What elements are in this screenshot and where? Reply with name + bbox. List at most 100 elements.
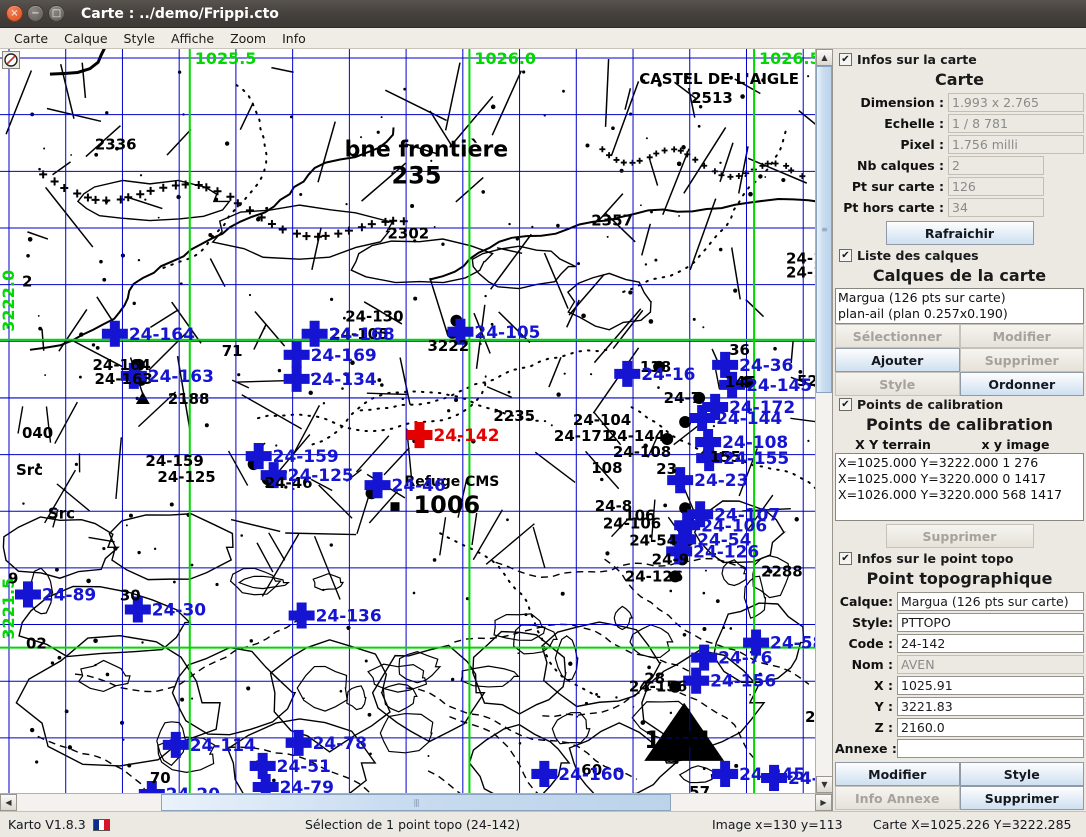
calibration-delete-row: Supprimer xyxy=(835,521,1084,550)
scroll-up-button[interactable]: ▲ xyxy=(816,49,833,66)
map-info-checkbox-label: Infos sur la carte xyxy=(857,52,977,67)
scroll-right-button[interactable]: ▶ xyxy=(815,794,832,811)
modify-point-button[interactable]: Modifier xyxy=(835,762,960,786)
menubar: Carte Calque Style Affiche Zoom Info xyxy=(0,28,1086,49)
value-annexe[interactable] xyxy=(897,739,1084,758)
svg-text:24-108: 24-108 xyxy=(613,443,671,461)
value-y[interactable]: 3221.83 xyxy=(897,697,1084,716)
svg-text:3222.0: 3222.0 xyxy=(0,270,18,332)
maximize-icon: □ xyxy=(52,9,61,19)
point-style-button[interactable]: Style xyxy=(960,762,1085,786)
calibration-row[interactable]: X=1026.000 Y=3220.000 568 1417 xyxy=(838,487,1081,503)
svg-text:2513: 2513 xyxy=(691,89,733,107)
value-z[interactable]: 2160.0 xyxy=(897,718,1084,737)
field-pixel: Pixel : 1.756 milli xyxy=(835,135,1084,154)
no-entry-icon[interactable] xyxy=(2,51,20,69)
info-annexe-button[interactable]: Info Annexe xyxy=(835,786,960,810)
value-echelle[interactable]: 1 / 8 781 xyxy=(948,114,1084,133)
hscroll-thumb[interactable]: ||| xyxy=(161,794,672,811)
calibration-checkbox-row[interactable]: ✔ Points de calibration xyxy=(835,396,1084,413)
value-calque[interactable]: Margua (126 pts sur carte) xyxy=(897,592,1084,611)
map-drawing: 1025.51026.01026.53222.03221.5CASTEL DE … xyxy=(0,49,815,793)
field-dimension: Dimension : 1.993 x 2.765 xyxy=(835,93,1084,112)
delete-point-button[interactable]: Supprimer xyxy=(960,786,1085,810)
layer-style-button[interactable]: Style xyxy=(835,372,960,396)
hscroll-track[interactable]: ||| xyxy=(17,794,815,811)
main-body: 1025.51026.01026.53222.03221.5CASTEL DE … xyxy=(0,49,1086,811)
value-style[interactable]: PTTOPO xyxy=(897,613,1084,632)
svg-text:24-160: 24-160 xyxy=(558,765,624,785)
delete-layer-button[interactable]: Supprimer xyxy=(960,348,1085,372)
vscroll-thumb[interactable]: ≡ xyxy=(816,66,832,393)
svg-text:24-136: 24-136 xyxy=(316,607,382,627)
value-pt-sur-carte[interactable]: 126 xyxy=(948,177,1044,196)
svg-text:24-145: 24-145 xyxy=(746,376,812,396)
menu-info[interactable]: Info xyxy=(274,30,314,47)
modify-layer-button[interactable]: Modifier xyxy=(960,324,1085,348)
scroll-left-button[interactable]: ◀ xyxy=(0,794,17,811)
refresh-button[interactable]: Rafraichir xyxy=(886,221,1034,245)
maximize-window-button[interactable]: □ xyxy=(48,5,65,22)
map-info-checkbox[interactable]: ✔ xyxy=(839,53,852,66)
select-layer-button[interactable]: Sélectionner xyxy=(835,324,960,348)
map-vertical-scrollbar[interactable]: ▲ ≡ ▼ xyxy=(815,49,832,793)
field-y: Y : 3221.83 xyxy=(835,697,1084,716)
svg-text:24-163: 24-163 xyxy=(148,367,214,387)
topo-point-checkbox[interactable]: ✔ xyxy=(839,552,852,565)
layers-checkbox-row[interactable]: ✔ Liste des calques xyxy=(835,247,1084,264)
field-code: Code : 24-142 xyxy=(835,634,1084,653)
calibration-listbox[interactable]: X=1025.000 Y=3222.000 1 276 X=1025.000 Y… xyxy=(835,453,1084,521)
value-nb-calques[interactable]: 2 xyxy=(948,156,1044,175)
svg-text:24-105: 24-105 xyxy=(474,323,540,343)
label-calque: Calque: xyxy=(835,594,897,609)
minimize-icon: − xyxy=(31,9,39,19)
field-x: X : 1025.91 xyxy=(835,676,1084,695)
order-layers-button[interactable]: Ordonner xyxy=(960,372,1085,396)
map-horizontal-scrollbar[interactable]: ◀ ||| ▶ xyxy=(0,793,832,811)
minimize-window-button[interactable]: − xyxy=(27,5,44,22)
value-pt-hors-carte[interactable]: 34 xyxy=(948,198,1044,217)
vscroll-track[interactable]: ≡ xyxy=(816,66,832,776)
menu-carte[interactable]: Carte xyxy=(6,30,56,47)
svg-text:24-8: 24-8 xyxy=(595,497,632,515)
field-calque: Calque: Margua (126 pts sur carte) xyxy=(835,592,1084,611)
value-pixel[interactable]: 1.756 milli xyxy=(948,135,1084,154)
svg-text:24-36: 24-36 xyxy=(739,356,793,376)
svg-text:24-78: 24-78 xyxy=(313,734,367,754)
layer-item-plan-ail[interactable]: plan-ail (plan 0.257x0.190) xyxy=(838,306,1081,322)
topo-point-checkbox-row[interactable]: ✔ Infos sur le point topo xyxy=(835,550,1084,567)
menu-zoom[interactable]: Zoom xyxy=(222,30,274,47)
value-nom[interactable]: AVEN xyxy=(897,655,1084,674)
svg-text:24-114: 24-114 xyxy=(190,736,256,756)
menu-calque[interactable]: Calque xyxy=(56,30,115,47)
scroll-down-button[interactable]: ▼ xyxy=(816,776,833,793)
map-info-checkbox-row[interactable]: ✔ Infos sur la carte xyxy=(835,51,1084,68)
value-x[interactable]: 1025.91 xyxy=(897,676,1084,695)
value-dimension[interactable]: 1.993 x 2.765 xyxy=(948,93,1084,112)
svg-text:040: 040 xyxy=(22,424,53,442)
grip-icon: ≡ xyxy=(821,225,827,234)
svg-text:2235: 2235 xyxy=(493,407,535,425)
statusbar-left: Karto V1.8.3 xyxy=(8,817,110,832)
svg-text:24-164: 24-164 xyxy=(129,325,195,345)
add-layer-button[interactable]: Ajouter xyxy=(835,348,960,372)
svg-text:2357: 2357 xyxy=(591,211,633,229)
layer-item-margua[interactable]: Margua (126 pts sur carte) xyxy=(838,290,1081,306)
menu-affiche[interactable]: Affiche xyxy=(163,30,222,47)
app-version: Karto V1.8.3 xyxy=(8,817,86,832)
svg-text:24-142: 24-142 xyxy=(433,426,499,446)
svg-text:2336: 2336 xyxy=(95,135,137,153)
close-window-button[interactable]: × xyxy=(6,5,23,22)
layers-listbox[interactable]: Margua (126 pts sur carte) plan-ail (pla… xyxy=(835,288,1084,324)
calibration-row[interactable]: X=1025.000 Y=3220.000 0 1417 xyxy=(838,471,1081,487)
delete-calibration-button[interactable]: Supprimer xyxy=(886,524,1034,548)
svg-text:21: 21 xyxy=(805,708,815,726)
grip-icon: ||| xyxy=(413,798,418,807)
map-canvas[interactable]: 1025.51026.01026.53222.03221.5CASTEL DE … xyxy=(0,49,815,793)
calibration-checkbox[interactable]: ✔ xyxy=(839,398,852,411)
svg-text:23: 23 xyxy=(656,460,677,478)
layers-checkbox[interactable]: ✔ xyxy=(839,249,852,262)
menu-style[interactable]: Style xyxy=(116,30,163,47)
value-code[interactable]: 24-142 xyxy=(897,634,1084,653)
calibration-row[interactable]: X=1025.000 Y=3222.000 1 276 xyxy=(838,455,1081,471)
